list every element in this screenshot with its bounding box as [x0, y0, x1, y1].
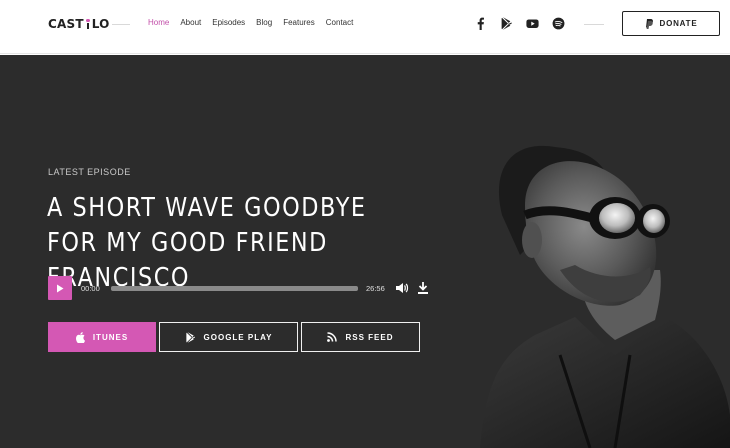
google-play-icon[interactable]: [498, 15, 514, 31]
apple-icon: [75, 331, 85, 343]
rss-feed-label: RSS FEED: [345, 332, 394, 342]
volume-icon[interactable]: [395, 281, 409, 295]
google-play-label: GOOGLE PLAY: [203, 332, 273, 342]
duration: 26:56: [366, 284, 385, 293]
main-nav: Home About Episodes Blog Features Contac…: [148, 18, 353, 27]
host-photo: [480, 145, 730, 448]
nav-item-about[interactable]: About: [180, 18, 201, 27]
nav-item-episodes[interactable]: Episodes: [212, 18, 245, 27]
youtube-icon[interactable]: [524, 15, 540, 31]
current-time: 00:00: [81, 284, 100, 293]
social-links: [472, 15, 566, 31]
logo-text-right: LO: [91, 17, 110, 31]
header-divider-left: [112, 24, 130, 25]
header-divider-right: [584, 24, 604, 25]
logo-text-left: CAST: [48, 17, 84, 31]
site-logo[interactable]: CAST LO: [48, 17, 110, 31]
itunes-label: ITUNES: [92, 332, 129, 342]
hero-section: LATEST EPISODE A SHORT WAVE GOODBYE FOR …: [0, 55, 730, 448]
nav-item-features[interactable]: Features: [283, 18, 315, 27]
rss-feed-button[interactable]: RSS FEED: [301, 322, 420, 352]
facebook-icon[interactable]: [472, 15, 488, 31]
download-icon[interactable]: [417, 281, 429, 295]
nav-item-blog[interactable]: Blog: [256, 18, 272, 27]
audio-player: 00:00 26:56: [48, 276, 438, 300]
donate-label: DONATE: [659, 19, 698, 28]
nav-item-contact[interactable]: Contact: [326, 18, 354, 27]
microphone-icon: [85, 19, 90, 29]
nav-item-home[interactable]: Home: [148, 18, 169, 27]
google-play-button[interactable]: GOOGLE PLAY: [159, 322, 298, 352]
site-header: CAST LO Home About Episodes Blog Features…: [0, 0, 730, 54]
rss-icon: [327, 332, 338, 342]
play-button[interactable]: [48, 276, 72, 300]
episode-kicker: LATEST EPISODE: [48, 167, 131, 177]
progress-track[interactable]: [111, 286, 358, 291]
itunes-button[interactable]: ITUNES: [48, 322, 156, 352]
donate-button[interactable]: DONATE: [622, 11, 720, 36]
paypal-icon: [645, 18, 653, 29]
play-icon: [57, 284, 64, 292]
google-play-icon: [185, 331, 195, 343]
spotify-icon[interactable]: [550, 15, 566, 31]
